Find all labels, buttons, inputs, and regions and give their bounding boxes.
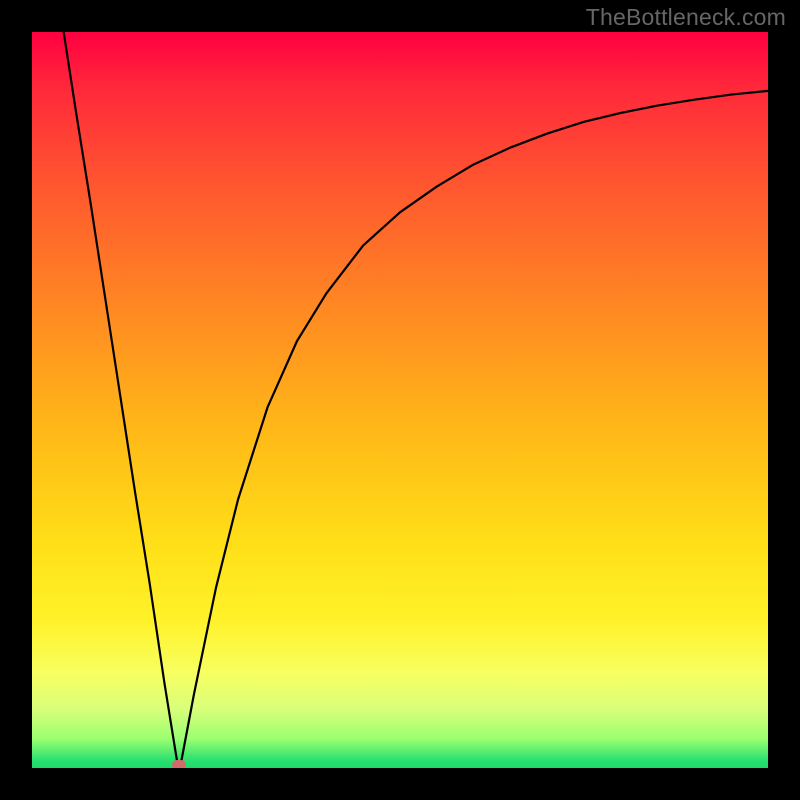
watermark-label: TheBottleneck.com [586,4,786,31]
bottleneck-curve [64,32,768,768]
curve-svg [32,32,768,768]
min-marker [172,760,186,768]
plot-area [32,32,768,768]
chart-frame: TheBottleneck.com [0,0,800,800]
